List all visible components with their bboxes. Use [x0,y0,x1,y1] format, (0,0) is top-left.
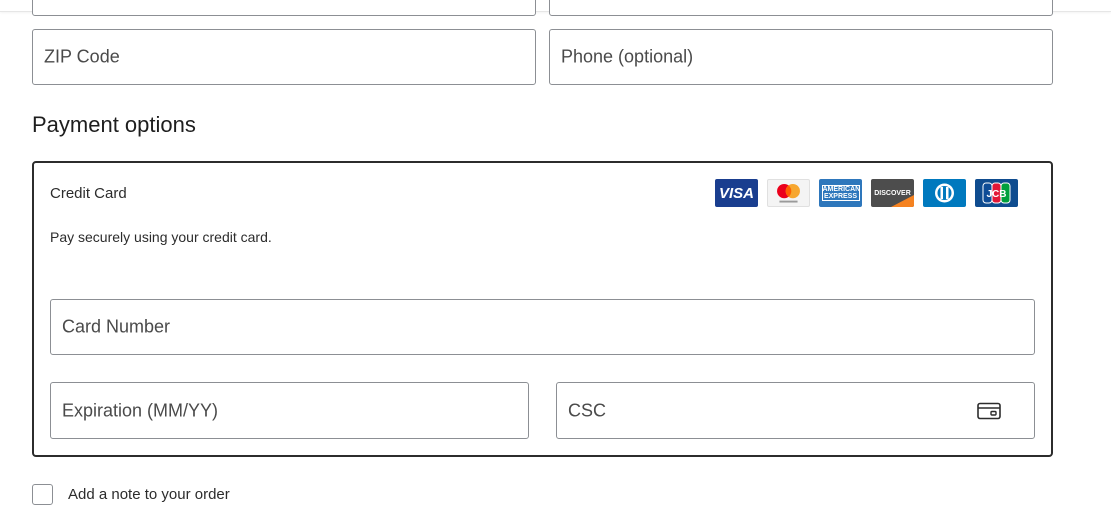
jcb-logo-text: JCB [986,189,1006,200]
american-express-logo-icon: AMERICAN EXPRESS [819,179,862,207]
add-note-checkbox[interactable] [32,484,53,505]
jcb-logo-icon: JCB [975,179,1018,207]
csc-input[interactable]: CSC [556,382,1035,439]
expiration-input[interactable]: Expiration (MM/YY) [50,382,529,439]
add-note-label[interactable]: Add a note to your order [68,486,230,503]
csc-placeholder: CSC [568,400,607,420]
phone-input[interactable]: Phone (optional) [549,29,1053,85]
zip-code-input[interactable]: ZIP Code [32,29,536,85]
discover-logo-icon: DISCOVER [871,179,914,207]
city-input[interactable] [32,0,536,16]
diners-club-logo-icon [923,179,966,207]
expiration-placeholder: Expiration (MM/YY) [62,400,219,420]
phone-placeholder: Phone (optional) [561,46,694,67]
card-brand-logos: VISA AMERICAN EXPRESS DISCOVER JCB [715,179,1018,207]
card-number-input[interactable]: Card Number [50,299,1035,355]
visa-logo-text: VISA [718,184,754,202]
visa-logo-icon: VISA [715,179,758,207]
credit-card-description: Pay securely using your credit card. [50,229,272,245]
credit-card-payment-method[interactable]: Credit Card VISA AMERICAN EXPRESS DISCOV… [32,161,1053,457]
zip-code-placeholder: ZIP Code [44,46,120,67]
amex-logo-text: AMERICAN EXPRESS [821,185,861,201]
state-input[interactable] [549,0,1053,16]
card-number-placeholder: Card Number [62,316,171,337]
credit-card-icon [977,402,1001,425]
payment-options-heading: Payment options [32,112,196,137]
credit-card-label: Credit Card [50,185,127,202]
mastercard-logo-icon [767,179,810,207]
